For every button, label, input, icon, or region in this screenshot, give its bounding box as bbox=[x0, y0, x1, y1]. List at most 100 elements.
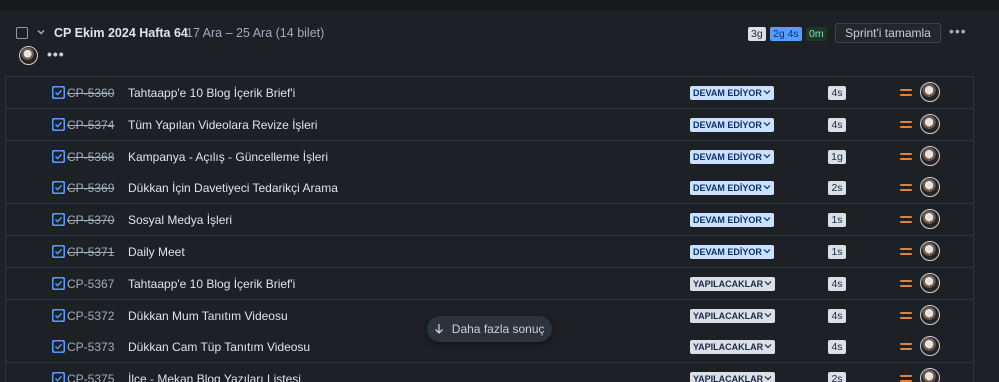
issue-key[interactable]: CP-5368 bbox=[67, 150, 114, 164]
status-dropdown[interactable]: YAPILACAKLAR bbox=[690, 276, 776, 291]
issue-summary[interactable]: İlçe - Mekan Blog Yazıları Listesi bbox=[128, 372, 301, 382]
issue-row[interactable]: CP-5375 İlçe - Mekan Blog Yazıları Listes… bbox=[6, 363, 973, 382]
estimate-badge[interactable]: 4s bbox=[828, 308, 846, 323]
assignee-avatar[interactable] bbox=[19, 46, 38, 65]
estimate-badge[interactable]: 4s bbox=[828, 117, 846, 132]
assignee-avatar[interactable] bbox=[920, 368, 940, 382]
checkbox-checked-icon[interactable] bbox=[52, 181, 65, 195]
issue-summary[interactable]: Dükkan Mum Tanıtım Videosu bbox=[128, 309, 288, 323]
issue-row[interactable]: CP-5369 Dükkan İçin Davetiyeci Tedarikçi … bbox=[6, 172, 973, 205]
issue-key[interactable]: CP-5367 bbox=[67, 277, 114, 291]
status-dropdown[interactable]: DEVAM EDİYOR bbox=[690, 213, 774, 228]
status-dropdown[interactable]: DEVAM EDİYOR bbox=[690, 245, 774, 259]
issue-key[interactable]: CP-5374 bbox=[67, 118, 114, 132]
assignee-avatar[interactable] bbox=[920, 113, 940, 134]
assignee-avatar[interactable] bbox=[920, 145, 940, 166]
estimate-badge[interactable]: 4s bbox=[828, 86, 846, 100]
priority-medium-icon[interactable] bbox=[900, 216, 912, 224]
issue-row[interactable]: CP-5368 Kampanya - Açılış - Güncelleme İş… bbox=[6, 140, 973, 173]
sprint-select-checkbox[interactable] bbox=[16, 27, 28, 39]
issue-summary[interactable]: Kampanya - Açılış - Güncelleme İşleri bbox=[128, 150, 328, 164]
issue-key[interactable]: CP-5371 bbox=[67, 245, 114, 259]
status-label: DEVAM EDİYOR bbox=[693, 119, 762, 130]
status-label: DEVAM EDİYOR bbox=[693, 88, 762, 98]
status-dropdown[interactable]: DEVAM EDİYOR bbox=[690, 149, 774, 164]
estimate-badge[interactable]: 2s bbox=[828, 372, 846, 382]
issue-key[interactable]: CP-5369 bbox=[67, 181, 114, 195]
checkbox-checked-icon[interactable] bbox=[52, 245, 65, 258]
more-results-button[interactable]: Daha fazla sonuç bbox=[427, 316, 552, 342]
priority-medium-icon[interactable] bbox=[900, 89, 912, 97]
priority-medium-icon[interactable] bbox=[900, 343, 912, 351]
priority-medium-icon[interactable] bbox=[900, 120, 912, 129]
issue-row[interactable]: CP-5370 Sosyal Medya İşleri DEVAM EDİYOR 1s bbox=[6, 204, 973, 237]
more-options-icon[interactable]: ••• bbox=[949, 24, 967, 42]
status-label: DEVAM EDİYOR bbox=[693, 247, 762, 257]
checkbox-checked-icon[interactable] bbox=[52, 308, 65, 322]
issue-summary[interactable]: Tahtaapp'e 10 Blog İçerik Brief'i bbox=[128, 86, 295, 100]
issue-summary[interactable]: Tahtaapp'e 10 Blog İçerik Brief'i bbox=[128, 277, 295, 291]
assignee-avatar[interactable] bbox=[920, 177, 940, 198]
status-dropdown[interactable]: DEVAM EDİYOR bbox=[690, 86, 774, 100]
assignee-avatar[interactable] bbox=[920, 304, 940, 325]
estimate-badge[interactable]: 4s bbox=[828, 340, 846, 355]
priority-medium-icon[interactable] bbox=[900, 184, 912, 192]
checkbox-checked-icon[interactable] bbox=[52, 149, 65, 163]
assignee-avatar[interactable] bbox=[920, 336, 940, 357]
checkbox-checked-icon[interactable] bbox=[52, 276, 65, 290]
complete-sprint-button[interactable]: Sprint'i tamamla bbox=[835, 23, 941, 43]
priority-medium-icon[interactable] bbox=[900, 279, 912, 288]
issue-summary[interactable]: Daily Meet bbox=[128, 245, 185, 259]
checkbox-checked-icon[interactable] bbox=[52, 213, 65, 227]
status-dropdown[interactable]: DEVAM EDİYOR bbox=[690, 181, 774, 196]
chevron-down-icon bbox=[764, 374, 772, 382]
assignee-avatar[interactable] bbox=[920, 209, 940, 230]
issue-row[interactable]: CP-5360 Tahtaapp'e 10 Blog İçerik Brief'i… bbox=[6, 77, 973, 109]
issue-key[interactable]: CP-5360 bbox=[67, 86, 114, 100]
chevron-down-icon bbox=[763, 88, 771, 98]
estimate-badge[interactable]: 1s bbox=[828, 245, 846, 259]
more-assignees-icon[interactable]: ••• bbox=[47, 46, 65, 62]
status-label: DEVAM EDİYOR bbox=[693, 183, 762, 194]
status-dropdown[interactable]: YAPILACAKLAR bbox=[690, 308, 776, 323]
issue-summary[interactable]: Dükkan Cam Tüp Tanıtım Videosu bbox=[128, 340, 310, 354]
chevron-down-icon bbox=[763, 120, 771, 130]
issue-row[interactable]: CP-5367 Tahtaapp'e 10 Blog İçerik Brief'i… bbox=[6, 267, 973, 300]
checkbox-checked-icon[interactable] bbox=[52, 372, 65, 382]
checkbox-checked-icon[interactable] bbox=[52, 340, 65, 354]
issue-row[interactable]: CP-5374 Tüm Yapılan Videolara Revize İşle… bbox=[6, 108, 973, 141]
assignee-avatar[interactable] bbox=[920, 241, 940, 261]
priority-medium-icon[interactable] bbox=[900, 375, 912, 382]
sprint-title[interactable]: CP Ekim 2024 Hafta 64 bbox=[54, 26, 188, 40]
status-label: DEVAM EDİYOR bbox=[693, 215, 762, 226]
status-dropdown[interactable]: YAPILACAKLAR bbox=[690, 372, 776, 382]
checkbox-checked-icon[interactable] bbox=[52, 117, 65, 131]
issue-summary[interactable]: Sosyal Medya İşleri bbox=[128, 213, 232, 227]
sprint-header: CP Ekim 2024 Hafta 64 17 Ara – 25 Ara (1… bbox=[0, 10, 999, 43]
priority-medium-icon[interactable] bbox=[900, 152, 912, 161]
issue-key[interactable]: CP-5372 bbox=[67, 309, 114, 323]
assignee-avatar[interactable] bbox=[920, 82, 940, 102]
chevron-down-icon bbox=[763, 152, 771, 162]
checkbox-checked-icon[interactable] bbox=[52, 86, 65, 99]
estimate-badge[interactable]: 2s bbox=[828, 181, 846, 196]
status-dropdown[interactable]: YAPILACAKLAR bbox=[690, 340, 776, 355]
issue-key[interactable]: CP-5373 bbox=[67, 340, 114, 354]
chevron-down-icon bbox=[764, 311, 772, 321]
estimate-badge[interactable]: 1s bbox=[828, 213, 846, 228]
estimate-badge[interactable]: 4s bbox=[828, 276, 846, 291]
issue-row[interactable]: CP-5371 Daily Meet DEVAM EDİYOR 1s bbox=[6, 236, 973, 268]
status-label: YAPILACAKLAR bbox=[693, 342, 764, 353]
issue-summary[interactable]: Dükkan İçin Davetiyeci Tedarikçi Arama bbox=[128, 181, 338, 195]
chevron-down-icon bbox=[764, 342, 772, 352]
issue-summary[interactable]: Tüm Yapılan Videolara Revize İşleri bbox=[128, 118, 317, 132]
assignee-avatar[interactable] bbox=[920, 272, 940, 293]
issue-key[interactable]: CP-5370 bbox=[67, 213, 114, 227]
status-dropdown[interactable]: DEVAM EDİYOR bbox=[690, 117, 774, 132]
estimate-badge[interactable]: 1g bbox=[828, 149, 846, 164]
chevron-down-icon bbox=[763, 183, 771, 193]
priority-medium-icon[interactable] bbox=[900, 248, 912, 256]
issue-key[interactable]: CP-5375 bbox=[67, 372, 114, 382]
chevron-down-icon[interactable] bbox=[35, 25, 47, 37]
priority-medium-icon[interactable] bbox=[900, 311, 912, 320]
